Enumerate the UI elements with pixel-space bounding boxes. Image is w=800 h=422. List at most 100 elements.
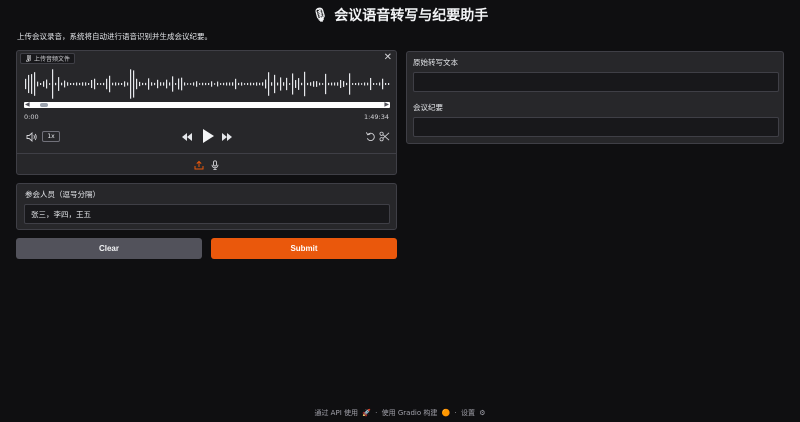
waveform-bar	[112, 82, 114, 86]
waveform-bar	[334, 82, 336, 86]
scroll-left-icon[interactable]: ◀	[25, 102, 30, 108]
waveform-bar	[232, 82, 234, 86]
close-icon[interactable]: ✕	[384, 52, 392, 63]
waveform-bar	[64, 80, 66, 88]
waveform-bar	[46, 79, 48, 89]
waveform-bar	[133, 70, 135, 98]
audio-scrollbar[interactable]: ◀ ▶	[24, 102, 390, 108]
output-panel: 原始转写文本 会议纪要	[406, 51, 784, 144]
waveform-bar	[55, 82, 57, 86]
waveform-bar	[250, 82, 252, 86]
submit-button[interactable]: Submit	[211, 238, 397, 259]
waveform-bar	[139, 81, 141, 87]
waveform-bar	[355, 82, 357, 86]
waveform-bar	[181, 77, 183, 91]
playback-speed-button[interactable]: 1x	[42, 131, 60, 142]
waveform-bar	[175, 83, 177, 85]
waveform-bar	[373, 83, 375, 85]
waveform-bar	[118, 82, 120, 86]
waveform-bar	[193, 82, 195, 86]
waveform-bar	[253, 82, 255, 86]
time-end: 1:49:34	[363, 113, 389, 121]
waveform-bar	[223, 82, 225, 86]
waveform-bar	[106, 78, 108, 90]
waveform-bar	[73, 82, 75, 86]
microphone-record-icon[interactable]	[210, 159, 220, 170]
footer-separator: ·	[375, 409, 378, 417]
waveform-bar	[130, 69, 132, 99]
waveform-bar	[271, 82, 273, 86]
waveform-svg	[25, 69, 390, 99]
rewind-icon[interactable]	[181, 131, 193, 143]
waveform-bar	[79, 82, 81, 86]
waveform-bar	[340, 80, 342, 88]
waveform-bar	[295, 80, 297, 88]
waveform-bar	[274, 74, 276, 94]
waveform-bar	[148, 78, 150, 90]
clear-button[interactable]: Clear	[16, 238, 202, 259]
fast-forward-icon[interactable]	[221, 131, 233, 143]
waveform-bar	[34, 72, 36, 96]
footer-settings-link[interactable]: 设置	[461, 409, 475, 417]
waveform-bar	[265, 79, 267, 89]
scroll-thumb[interactable]	[39, 103, 48, 107]
volume-icon[interactable]	[26, 131, 38, 143]
waveform-bar	[286, 77, 288, 91]
waveform-bar	[205, 82, 207, 86]
waveform-bar	[313, 81, 315, 87]
waveform-bar	[226, 82, 228, 86]
waveform-bar	[136, 78, 138, 90]
waveform-bar	[241, 82, 243, 86]
waveform-bar	[379, 82, 381, 86]
waveform-bar	[109, 75, 111, 93]
waveform-bar	[88, 83, 90, 85]
waveform-bar	[172, 76, 174, 92]
waveform-bar	[310, 82, 312, 86]
scissors-icon[interactable]	[379, 131, 390, 142]
scroll-right-icon[interactable]: ▶	[384, 102, 389, 108]
waveform-bar	[124, 81, 126, 87]
participants-input[interactable]: 张三，李四，王五	[24, 204, 390, 224]
rocket-icon: 🚀	[362, 409, 371, 417]
waveform-bar	[94, 78, 96, 90]
minutes-output[interactable]	[413, 117, 779, 137]
waveform-bar	[91, 79, 93, 89]
footer-built-link[interactable]: 使用 Gradio 构建	[382, 409, 438, 417]
waveform-bar	[322, 83, 324, 85]
waveform-bar	[163, 82, 165, 86]
waveform-bar	[376, 83, 378, 85]
footer-api-link[interactable]: 通过 API 使用	[314, 409, 358, 417]
waveform-bar	[262, 82, 264, 86]
waveform-bar	[202, 82, 204, 86]
waveform-bar	[385, 82, 387, 86]
waveform-bar	[283, 82, 285, 86]
waveform-bar	[214, 83, 216, 85]
waveform-bar	[220, 83, 222, 85]
play-icon[interactable]	[201, 128, 215, 144]
audio-label-text: 上传音频文件	[34, 56, 71, 63]
waveform-bar	[307, 82, 309, 86]
transcript-output[interactable]	[413, 72, 779, 92]
time-start: 0:00	[24, 113, 39, 121]
audio-label-tag: 上传音频文件	[20, 53, 76, 64]
waveform-bar	[382, 78, 384, 90]
waveform-bar	[103, 82, 105, 86]
waveform-bar	[157, 79, 159, 89]
waveform-bar	[40, 83, 42, 85]
waveform-bar	[187, 83, 189, 85]
waveform-bar	[160, 82, 162, 86]
waveform-bar	[85, 82, 87, 86]
page-title-text: 会议语音转写与纪要助手	[334, 8, 489, 24]
waveform-bar	[52, 69, 54, 99]
waveform-bar	[238, 82, 240, 86]
waveform-bar	[388, 83, 390, 85]
waveform-bar	[304, 71, 306, 97]
participants-panel: 参会人员（逗号分隔） 张三，李四，王五	[16, 183, 397, 230]
waveform-bar	[127, 82, 129, 86]
upload-icon[interactable]	[194, 160, 204, 170]
footer-separator-2: ·	[454, 409, 457, 417]
waveform-bar	[346, 82, 348, 86]
waveform[interactable]	[24, 67, 390, 101]
undo-icon[interactable]	[365, 131, 376, 142]
waveform-bar	[244, 83, 246, 85]
